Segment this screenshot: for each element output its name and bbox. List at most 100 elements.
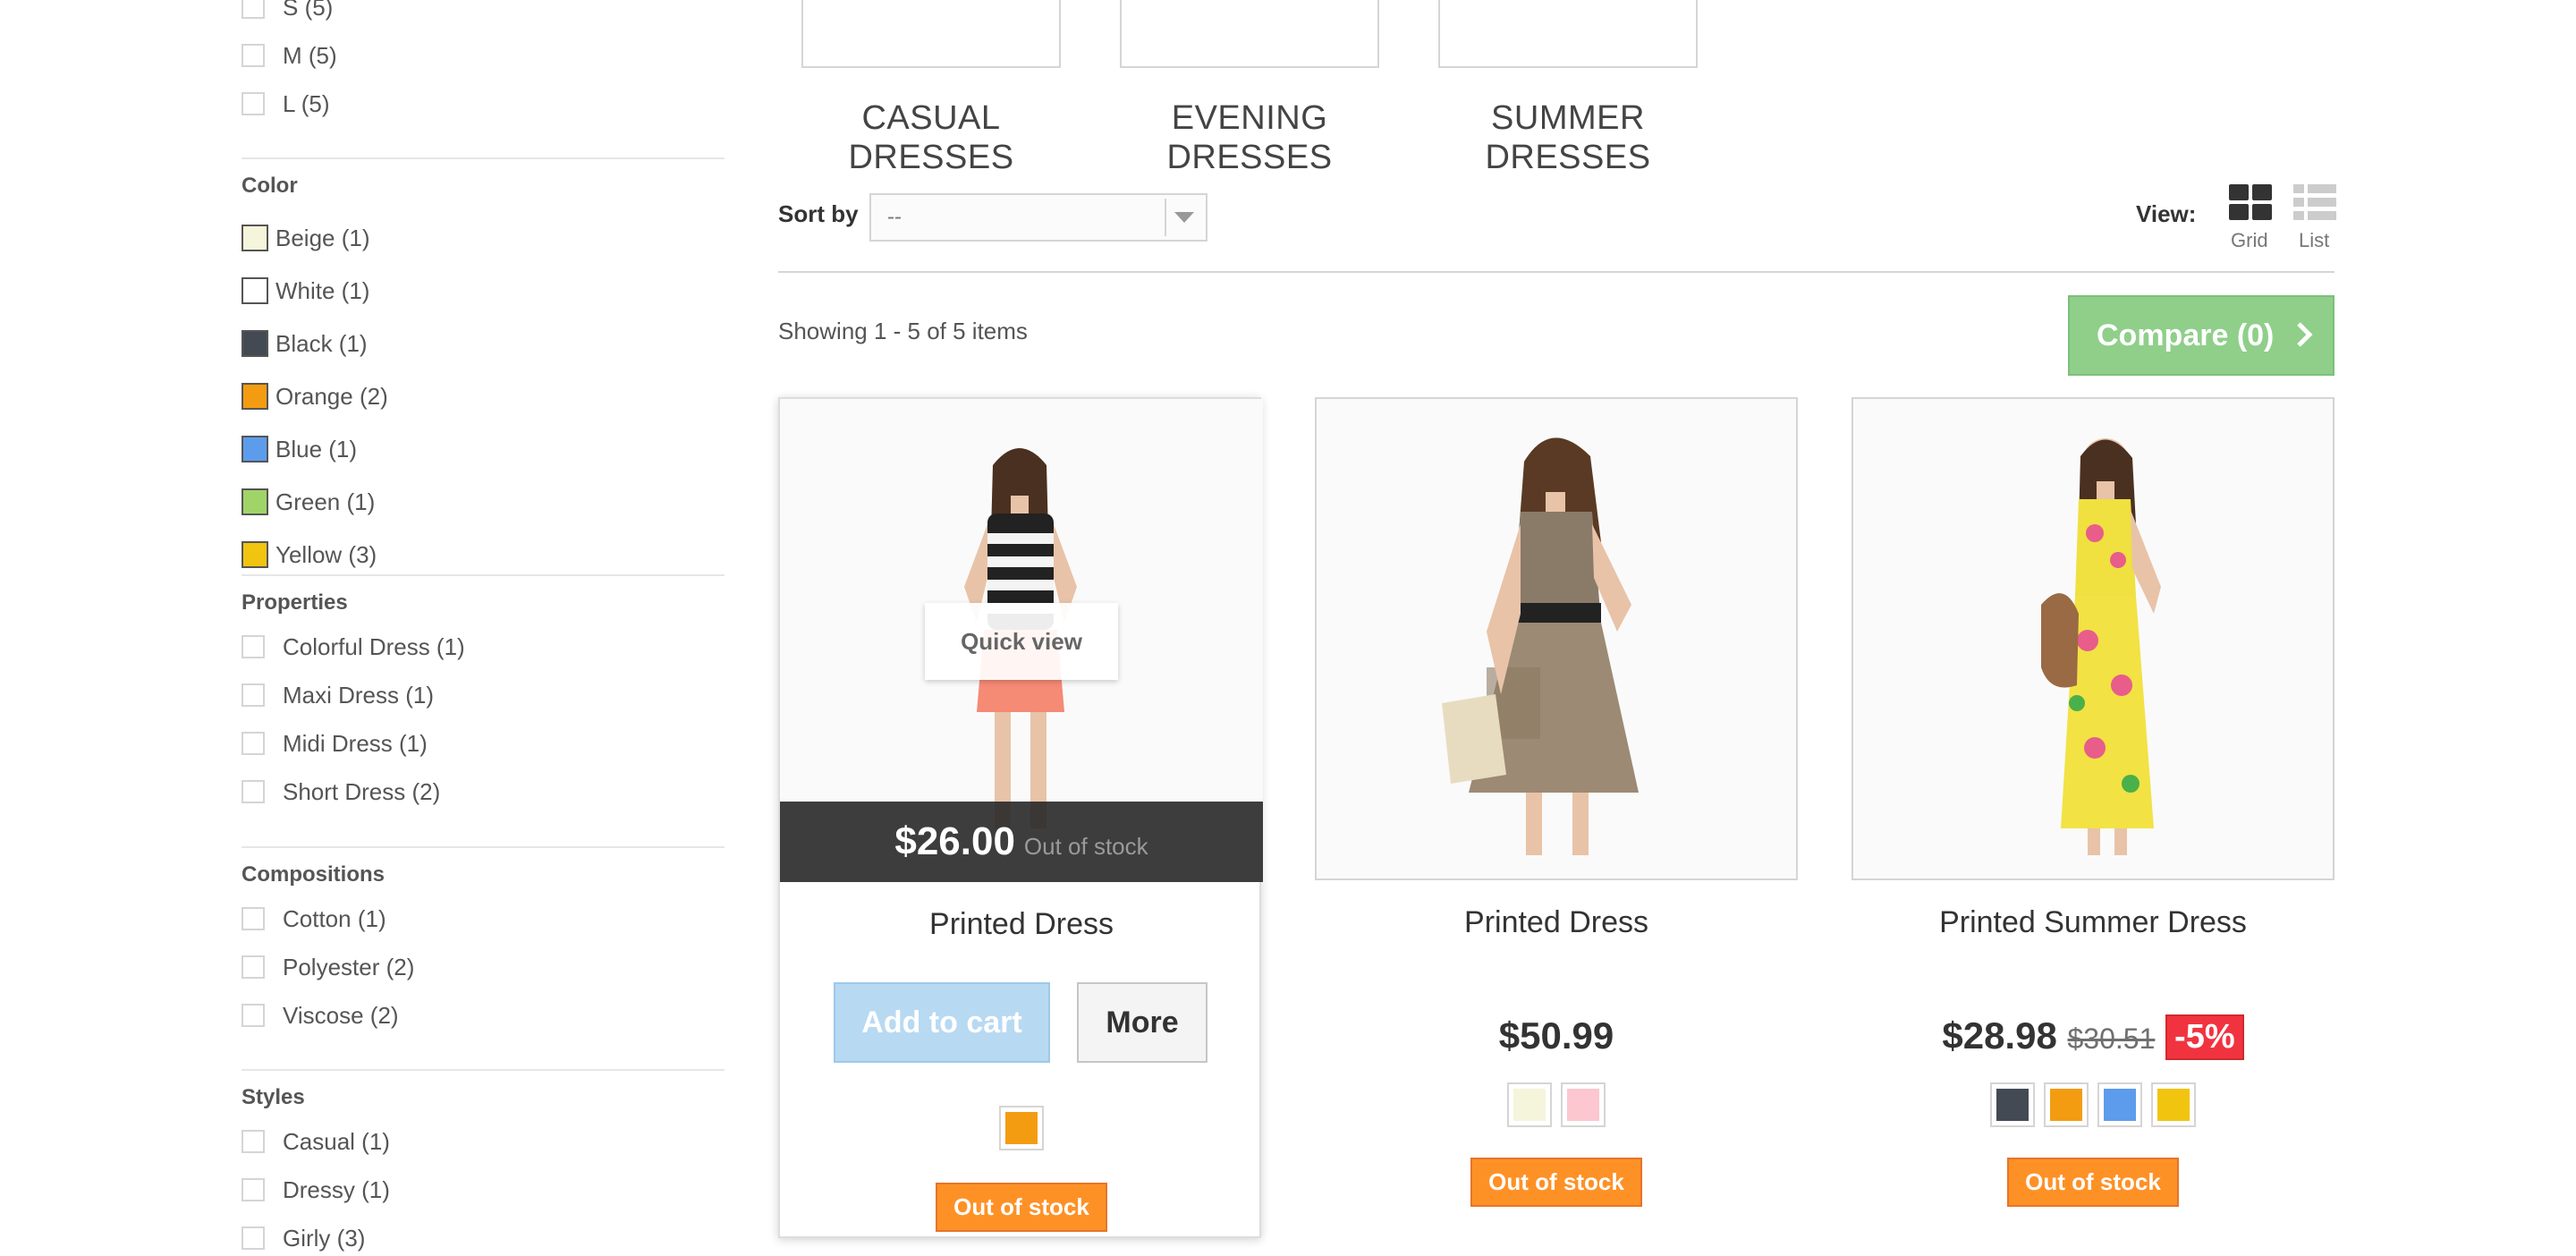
view-grid-label[interactable]: Grid: [2231, 229, 2268, 252]
filter-label: Beige (1): [275, 224, 370, 251]
color-swatch[interactable]: [242, 488, 268, 515]
filter-color-option[interactable]: Green (1): [242, 484, 375, 520]
color-option[interactable]: [2044, 1082, 2089, 1127]
checkbox[interactable]: [242, 955, 265, 979]
product-name[interactable]: Printed Dress: [780, 907, 1263, 942]
filter-color-option[interactable]: Yellow (3): [242, 537, 377, 573]
checkbox[interactable]: [242, 732, 265, 755]
filter-composition[interactable]: Viscose (2): [242, 997, 399, 1033]
color-swatch[interactable]: [242, 330, 268, 357]
subcategory-image-casual[interactable]: [801, 0, 1061, 68]
product-card[interactable]: Printed Dress $50.99 Out of stock: [1315, 397, 1798, 1238]
subcategory-image-summer[interactable]: [1438, 0, 1698, 68]
grid-view-icon[interactable]: [2229, 184, 2272, 222]
color-swatch[interactable]: [242, 225, 268, 251]
checkbox[interactable]: [242, 1178, 265, 1201]
color-swatch[interactable]: [242, 436, 268, 463]
filter-label: Green (1): [275, 488, 376, 515]
product-image[interactable]: [1315, 397, 1798, 880]
filter-size-s[interactable]: S (5): [242, 0, 333, 25]
checkbox[interactable]: [242, 1004, 265, 1027]
color-option[interactable]: [2097, 1082, 2142, 1127]
subcategory-name-line: CASUAL: [861, 99, 1001, 137]
filter-composition[interactable]: Polyester (2): [242, 949, 414, 985]
product-name[interactable]: Printed Summer Dress: [1852, 905, 2334, 940]
filter-color-option[interactable]: Orange (2): [242, 378, 388, 414]
subcategory-image-evening[interactable]: [1120, 0, 1379, 68]
color-option[interactable]: [999, 1106, 1044, 1150]
product-name[interactable]: Printed Dress: [1315, 905, 1798, 940]
stock-label: Out of stock: [936, 1183, 1107, 1232]
compare-label: Compare (0): [2097, 318, 2275, 352]
color-swatch[interactable]: [242, 277, 268, 304]
stock-badge: Out of stock: [1315, 1158, 1798, 1207]
color-option[interactable]: [1507, 1082, 1552, 1127]
quick-view-button[interactable]: Quick view: [925, 603, 1118, 680]
color-option[interactable]: [1990, 1082, 2035, 1127]
divider: [242, 157, 724, 159]
filter-color-option[interactable]: Beige (1): [242, 220, 370, 256]
color-swatch: [2157, 1089, 2190, 1121]
color-list: [780, 1106, 1263, 1150]
filter-size-l[interactable]: L (5): [242, 86, 330, 122]
filter-style[interactable]: Girly (3): [242, 1220, 365, 1256]
product-card[interactable]: Quick view $26.00 Out of stock Printed D…: [778, 397, 1263, 1238]
filter-color-option[interactable]: White (1): [242, 273, 369, 309]
more-button[interactable]: More: [1077, 982, 1208, 1063]
color-swatch[interactable]: [242, 541, 268, 568]
stock-badge: Out of stock: [1852, 1158, 2334, 1207]
checkbox[interactable]: [242, 44, 265, 67]
filter-composition[interactable]: Cotton (1): [242, 901, 386, 937]
checkbox[interactable]: [242, 780, 265, 803]
subcategory-summer[interactable]: SUMMER DRESSES: [1416, 98, 1720, 177]
filter-label: Orange (2): [275, 382, 388, 410]
checkbox[interactable]: [242, 1226, 265, 1250]
sort-select[interactable]: --: [869, 193, 1208, 242]
filter-style[interactable]: Casual (1): [242, 1124, 390, 1159]
filter-size-m[interactable]: M (5): [242, 38, 337, 73]
color-option[interactable]: [1561, 1082, 1606, 1127]
checkbox[interactable]: [242, 907, 265, 930]
filter-label: Polyester (2): [283, 953, 415, 980]
color-swatch[interactable]: [242, 383, 268, 410]
checkbox[interactable]: [242, 1130, 265, 1153]
stock-label: Out of stock: [1470, 1158, 1642, 1207]
checkbox[interactable]: [242, 0, 265, 19]
filter-color-option[interactable]: Black (1): [242, 326, 368, 361]
color-swatch: [1996, 1089, 2029, 1121]
compare-button[interactable]: Compare (0): [2068, 295, 2334, 376]
old-price: $30.51: [2067, 1023, 2156, 1055]
product-price-group: $28.98 $30.51 -5%: [1852, 1014, 2334, 1060]
sort-label: Sort by: [778, 200, 859, 227]
filter-property[interactable]: Maxi Dress (1): [242, 677, 434, 713]
add-to-cart-button[interactable]: Add to cart: [834, 982, 1050, 1063]
filter-property[interactable]: Colorful Dress (1): [242, 629, 465, 665]
product-card[interactable]: Printed Summer Dress $28.98 $30.51 -5% O…: [1852, 397, 2334, 1238]
product-image[interactable]: Quick view $26.00 Out of stock: [780, 399, 1263, 882]
filter-style[interactable]: Dressy (1): [242, 1172, 390, 1208]
checkbox[interactable]: [242, 683, 265, 707]
filter-property[interactable]: Midi Dress (1): [242, 726, 428, 761]
product-price: $50.99: [1498, 1014, 1614, 1057]
filter-property[interactable]: Short Dress (2): [242, 774, 440, 810]
discount-badge: -5%: [2165, 1014, 2244, 1060]
stock-label: Out of stock: [2007, 1158, 2179, 1207]
product-image[interactable]: [1852, 397, 2334, 880]
view-list-label[interactable]: List: [2299, 229, 2329, 252]
subcategory-evening[interactable]: EVENING DRESSES: [1097, 98, 1402, 177]
filter-label: Maxi Dress (1): [283, 681, 435, 709]
filter-label: Girly (3): [283, 1224, 366, 1252]
subcategory-casual[interactable]: CASUAL DRESSES: [779, 98, 1083, 177]
checkbox[interactable]: [242, 92, 265, 115]
filter-label: Short Dress (2): [283, 777, 441, 805]
filter-label: Midi Dress (1): [283, 729, 428, 757]
filter-title-color: Color: [242, 174, 298, 198]
color-swatch: [1513, 1089, 1546, 1121]
checkbox[interactable]: [242, 635, 265, 658]
color-swatch: [1005, 1112, 1038, 1144]
color-list: [1315, 1082, 1798, 1127]
filter-color-option[interactable]: Blue (1): [242, 431, 357, 467]
color-option[interactable]: [2151, 1082, 2196, 1127]
list-view-icon[interactable]: [2293, 184, 2336, 222]
color-swatch: [2104, 1089, 2136, 1121]
